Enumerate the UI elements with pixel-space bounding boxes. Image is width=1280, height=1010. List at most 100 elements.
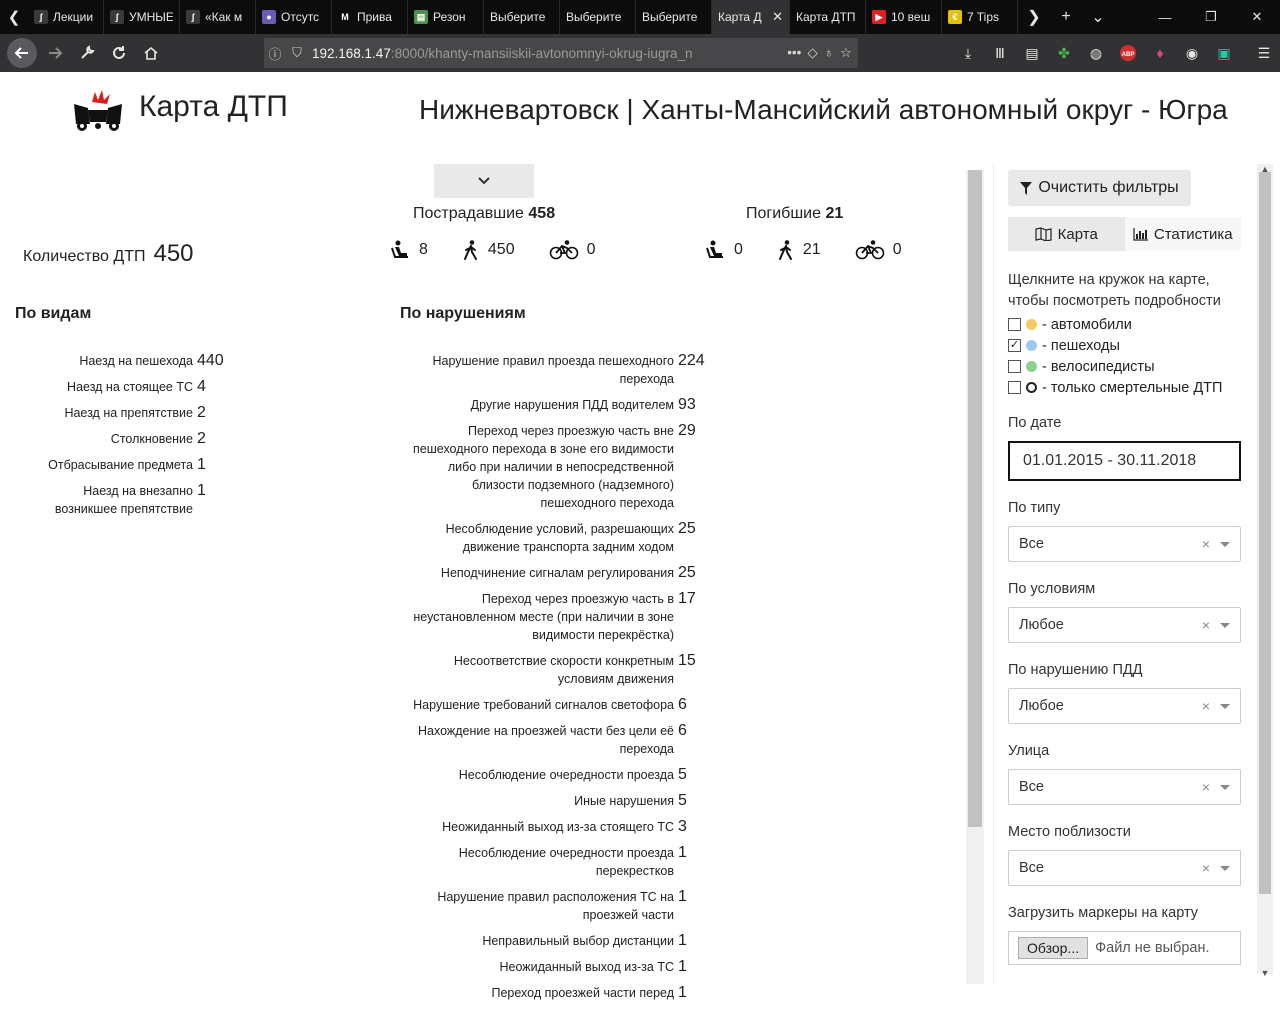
pocket-icon[interactable]: ◇ — [807, 45, 817, 61]
browse-button[interactable]: Обзор... — [1018, 937, 1089, 959]
dead-pedestrians: 21 — [777, 240, 821, 260]
clear-selection-icon[interactable]: × — [1202, 860, 1210, 876]
dropdown-arrow-icon[interactable] — [1220, 704, 1230, 709]
tabs-scroll-left-icon[interactable]: ❮ — [0, 0, 28, 34]
library-icon[interactable]: Ⅲ — [984, 37, 1016, 69]
dropdown-arrow-icon[interactable] — [1220, 785, 1230, 790]
clear-selection-icon[interactable]: × — [1202, 617, 1210, 633]
site-logo[interactable] — [72, 88, 124, 132]
extension-colorful-icon[interactable]: ✤ — [1048, 37, 1080, 69]
extension-eye-icon[interactable]: ◉ — [1176, 37, 1208, 69]
window-close-icon[interactable]: ✕ — [1234, 0, 1280, 34]
list-item-count: 440 — [197, 352, 224, 369]
legend-checkbox[interactable] — [1008, 318, 1021, 331]
list-item-count: 1 — [678, 958, 687, 975]
extension-teal-icon[interactable]: ▣ — [1208, 37, 1240, 69]
minimize-icon[interactable]: — — [1142, 0, 1188, 34]
lightbulb-icon[interactable]: ♁ — [824, 45, 834, 61]
url-text[interactable]: 192.168.1.47 :8000/khanty-mansiiskii-avt… — [312, 46, 712, 61]
legend-checkbox[interactable] — [1008, 360, 1021, 373]
browser-tab[interactable]: ʃ Лекции — [28, 0, 104, 34]
url-bar[interactable]: ⓘ ⛉ 192.168.1.47 :8000/khanty-mansiiskii… — [264, 38, 858, 68]
list-item: Нарушение правил расположения ТС на прое… — [410, 888, 710, 924]
conditions-select[interactable]: Любое × — [1008, 607, 1241, 643]
violation-select[interactable]: Любое × — [1008, 688, 1241, 724]
wrench-icon[interactable] — [71, 37, 103, 69]
list-item: Несоответствие скорости конкретным услов… — [410, 652, 710, 688]
browser-tab[interactable]: Выберите — [636, 0, 712, 34]
tab-stats[interactable]: Статистика — [1124, 217, 1241, 251]
tab-map-label: Карта — [1057, 225, 1098, 243]
browser-tab[interactable]: €7 Tips — [942, 0, 1018, 34]
clear-filters-label: Очистить фильтры — [1038, 179, 1179, 196]
browser-tab[interactable]: Выберите — [560, 0, 636, 34]
list-item: Нарушение требований сигналов светофора 6 — [410, 696, 710, 714]
clear-selection-icon[interactable]: × — [1202, 779, 1210, 795]
legend-checkbox[interactable] — [1008, 381, 1021, 394]
reload-icon[interactable] — [103, 37, 135, 69]
dropdown-arrow-icon[interactable] — [1220, 866, 1230, 871]
home-icon[interactable] — [135, 37, 167, 69]
date-range-input[interactable]: 01.01.2015 - 30.11.2018 — [1008, 441, 1241, 481]
tab-close-icon[interactable]: ✕ — [772, 9, 783, 25]
list-item-count: 5 — [678, 792, 687, 809]
street-select[interactable]: Все × — [1008, 769, 1241, 805]
back-button[interactable] — [7, 38, 37, 68]
collapse-toggle-button[interactable] — [434, 164, 534, 198]
tab-title: УМНЫЕ — [129, 10, 173, 24]
legend-checkbox[interactable]: ✓ — [1008, 339, 1021, 352]
browser-tab[interactable]: ʃ УМНЫЕ — [104, 0, 180, 34]
list-item: Неожиданный выход из-за стоящего ТС 3 — [410, 818, 710, 836]
injured-drivers-value: 8 — [419, 241, 428, 258]
clear-selection-icon[interactable]: × — [1202, 536, 1210, 552]
chevron-down-icon — [478, 177, 490, 185]
marker-file-input[interactable]: Обзор... Файл не выбран. — [1008, 931, 1241, 965]
brand-title[interactable]: Карта ДТП — [139, 90, 288, 124]
bookmark-star-icon[interactable]: ☆ — [840, 45, 852, 61]
browser-tab[interactable]: ● Отсутс — [256, 0, 332, 34]
download-icon[interactable]: ⤓ — [952, 37, 984, 69]
driver-seat-icon — [706, 240, 723, 258]
nearby-select[interactable]: Все × — [1008, 850, 1241, 886]
sidebar-icon[interactable]: ▤ — [1016, 37, 1048, 69]
adblock-icon[interactable]: ABP — [1112, 37, 1144, 69]
extension-red-icon[interactable]: ♦ — [1144, 37, 1176, 69]
forward-button[interactable] — [39, 37, 71, 69]
legend-dot-icon — [1026, 340, 1037, 351]
browser-tab[interactable]: Выберите — [484, 0, 560, 34]
clear-filters-button[interactable]: Очистить фильтры — [1008, 170, 1191, 206]
legend-item[interactable]: - велосипедисты — [1008, 356, 1222, 377]
tabs-scroll-right-icon[interactable]: ❯ — [1018, 7, 1050, 27]
browser-tab[interactable]: ▤ Резон — [408, 0, 484, 34]
globe-icon[interactable]: ◍ — [1080, 37, 1112, 69]
tab-list-icon[interactable]: ⌄ — [1082, 7, 1114, 27]
panel-scrollbar-thumb[interactable] — [1259, 172, 1271, 894]
list-item-name: Наезд на стоящее ТС — [67, 380, 193, 394]
menu-icon[interactable]: ☰ — [1248, 37, 1280, 69]
browser-tab[interactable]: ▶ 10 веш — [866, 0, 942, 34]
legend-item[interactable]: - автомобили — [1008, 314, 1222, 335]
browser-tab[interactable]: M Прива — [332, 0, 408, 34]
tab-map[interactable]: Карта — [1008, 217, 1125, 251]
page-actions-icon[interactable]: ••• — [787, 45, 801, 61]
panel-scroll-down-icon[interactable]: ▼ — [1257, 968, 1273, 982]
type-select[interactable]: Все × — [1008, 526, 1241, 562]
clear-selection-icon[interactable]: × — [1202, 698, 1210, 714]
new-tab-icon[interactable]: + — [1050, 8, 1082, 26]
legend-item[interactable]: - только смертельные ДТП — [1008, 377, 1222, 398]
list-item-name: Столкновение — [110, 432, 193, 446]
browser-tab[interactable]: Карта ДТП — [790, 0, 866, 34]
info-icon[interactable]: ⓘ — [264, 44, 286, 63]
browser-tab[interactable]: Карта Д ✕ — [712, 0, 790, 34]
injured-total: 458 — [528, 205, 556, 222]
list-item-count: 5 — [678, 766, 687, 783]
browser-tab[interactable]: ʃ «Как м — [180, 0, 256, 34]
restore-icon[interactable]: ❐ — [1188, 0, 1234, 34]
legend-item[interactable]: ✓ - пешеходы — [1008, 335, 1222, 356]
pedestrian-icon — [463, 240, 477, 260]
list-item-count: 1 — [678, 844, 687, 861]
shield-icon[interactable]: ⛉ — [286, 45, 308, 61]
main-scrollbar-thumb[interactable] — [968, 170, 982, 827]
dropdown-arrow-icon[interactable] — [1220, 623, 1230, 628]
dropdown-arrow-icon[interactable] — [1220, 542, 1230, 547]
